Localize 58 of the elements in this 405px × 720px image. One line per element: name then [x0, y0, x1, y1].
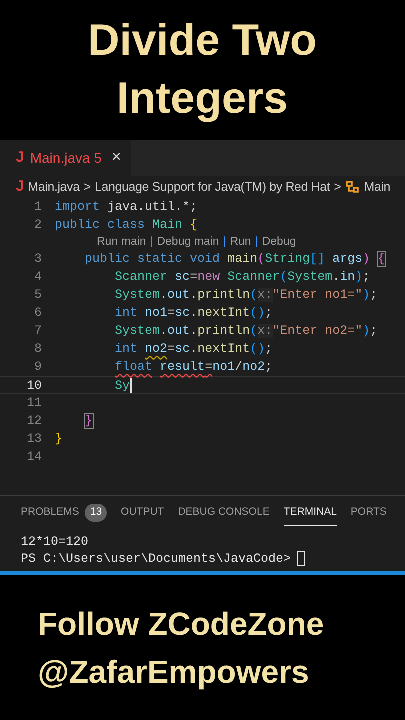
code-line: public class Main {: [55, 218, 198, 232]
tab-label: Main.java 5: [30, 148, 102, 168]
code-line: System.out.println(x:"Enter no2=");: [114, 324, 378, 338]
code-line: public static void main(String[] args) {: [84, 252, 386, 266]
codelens-link[interactable]: Debug main: [157, 234, 220, 250]
code-line: }: [84, 414, 93, 428]
line-number: 9: [33, 359, 43, 376]
code-line: Sy: [114, 379, 130, 393]
line-number: 10: [26, 378, 43, 393]
terminal-line: PS C:\Users\user\Documents\JavaCode>: [21, 552, 292, 566]
codelens-link[interactable]: Run: [230, 234, 252, 250]
java-file-icon: J: [16, 146, 24, 170]
code-line: System.out.println(x:"Enter no1=");: [114, 288, 378, 302]
line-number: 3: [33, 251, 43, 268]
panel-tab[interactable]: PROBLEMS 13: [21, 504, 108, 526]
line-number: 2: [33, 217, 43, 234]
line-number: 13: [26, 431, 43, 448]
panel-tab[interactable]: PORTS: [350, 504, 387, 526]
breadcrumb-item[interactable]: Language Support for Java(TM) by Red Hat: [94, 178, 330, 196]
breadcrumb-separator: >: [334, 178, 342, 196]
code-line: float result=no1/no2;: [114, 360, 273, 374]
code-line: Scanner sc=new Scanner(System.in);: [114, 270, 370, 284]
line-number: 4: [33, 269, 43, 286]
panel-tab[interactable]: OUTPUT: [121, 504, 164, 526]
line-number: 5: [33, 287, 43, 304]
line-number: 6: [33, 305, 43, 322]
line-number: 1: [33, 199, 43, 216]
line-number: 12: [26, 413, 43, 430]
caption-text: @ZafarEmpowers: [38, 652, 310, 692]
terminal-cursor: [297, 550, 306, 566]
line-number: 11: [26, 395, 43, 412]
line-number: 8: [33, 341, 43, 358]
panel-tab[interactable]: TERMINAL: [284, 504, 337, 526]
codelens-separator: |: [223, 235, 226, 250]
code-line: int no2=sc.nextInt();: [114, 342, 273, 356]
title-text: Integers: [116, 73, 288, 125]
breadcrumb-separator: >: [84, 178, 91, 196]
codelens-separator: |: [255, 235, 258, 250]
codelens-separator: |: [150, 235, 154, 250]
code-line: import java.util.*;: [55, 200, 198, 214]
terminal-line: 12*10=120: [21, 534, 89, 549]
close-icon[interactable]: ×: [112, 146, 122, 170]
line-number: 7: [33, 323, 43, 340]
code-line: int no1=sc.nextInt();: [114, 306, 273, 320]
line-number: 14: [26, 449, 43, 466]
panel-tab[interactable]: DEBUG CONSOLE: [178, 504, 270, 526]
problem-count-badge: 13: [85, 504, 108, 522]
title-text: Divide Two: [88, 15, 317, 67]
code-line: }: [55, 432, 63, 446]
codelens-link[interactable]: Debug: [262, 234, 296, 250]
text-cursor: [130, 378, 132, 394]
breadcrumb-item[interactable]: Main: [364, 178, 391, 196]
codelens-link[interactable]: Run main: [97, 234, 146, 250]
java-file-icon: J: [16, 176, 24, 198]
breadcrumb-item[interactable]: Main.java: [28, 178, 80, 196]
class-symbol-icon: [345, 180, 360, 194]
caption-text: Follow ZCodeZone: [38, 604, 326, 644]
editor-tab[interactable]: J Main.java 5 ×: [0, 140, 132, 176]
